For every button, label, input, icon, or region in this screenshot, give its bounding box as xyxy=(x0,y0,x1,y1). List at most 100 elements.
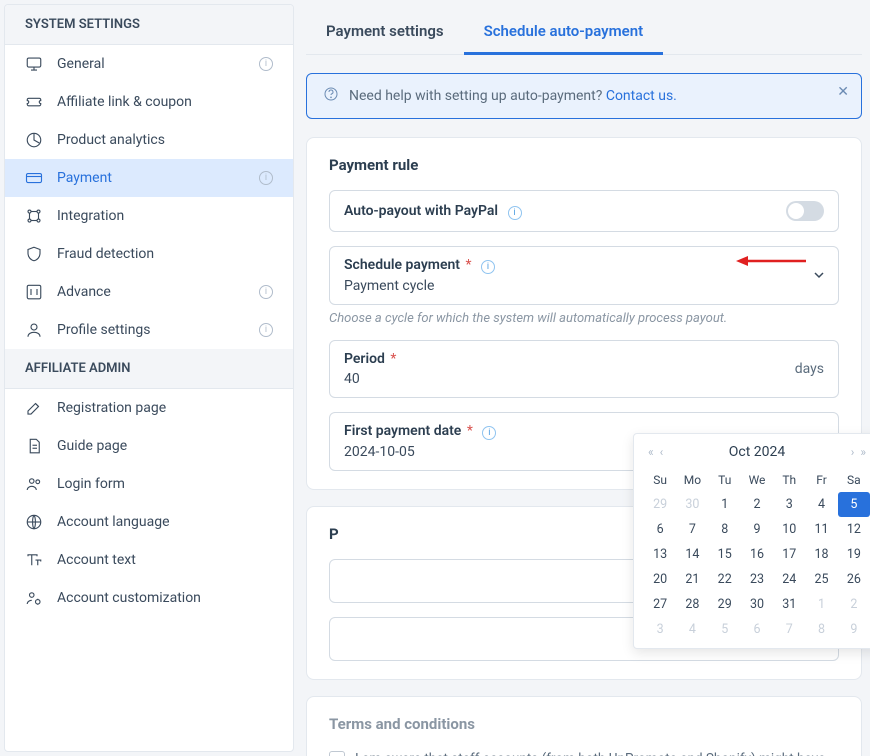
info-icon[interactable]: i xyxy=(481,260,495,274)
sidebar-item-product-analytics[interactable]: Product analytics xyxy=(5,121,293,159)
datepicker-day[interactable]: 14 xyxy=(676,542,708,567)
sidebar-item-customization[interactable]: Account customization xyxy=(5,579,293,617)
datepicker-day[interactable]: 5 xyxy=(838,492,870,517)
datepicker-day[interactable]: 1 xyxy=(709,492,741,517)
sidebar-item-profile[interactable]: Profile settings i xyxy=(5,311,293,349)
sidebar-item-login[interactable]: Login form xyxy=(5,465,293,503)
sidebar-item-affiliate-link[interactable]: Affiliate link & coupon xyxy=(5,83,293,121)
datepicker-day[interactable]: 26 xyxy=(838,567,870,592)
datepicker-day[interactable]: 7 xyxy=(676,517,708,542)
datepicker-day[interactable]: 1 xyxy=(805,592,837,617)
schedule-label: Schedule payment xyxy=(344,257,460,273)
datepicker-day[interactable]: 28 xyxy=(676,592,708,617)
datepicker-day[interactable]: 20 xyxy=(644,567,676,592)
datepicker-day[interactable]: 2 xyxy=(838,592,870,617)
terms-text: I am aware that staff accounts (from bot… xyxy=(355,749,839,756)
terms-title: Terms and conditions xyxy=(329,715,839,733)
datepicker-day[interactable]: 4 xyxy=(805,492,837,517)
datepicker-day[interactable]: 18 xyxy=(805,542,837,567)
datepicker-day[interactable]: 30 xyxy=(741,592,773,617)
terms-checkbox[interactable] xyxy=(329,751,345,756)
datepicker-day[interactable]: 7 xyxy=(773,617,805,642)
datepicker-day[interactable]: 6 xyxy=(741,617,773,642)
user-gear-icon xyxy=(25,589,43,607)
text-icon xyxy=(25,551,43,569)
pie-chart-icon xyxy=(25,131,43,149)
next-month-icon[interactable]: › xyxy=(851,445,855,459)
datepicker-day[interactable]: 5 xyxy=(709,617,741,642)
sidebar-item-label: Guide page xyxy=(57,438,273,454)
sidebar-item-advance[interactable]: Advance i xyxy=(5,273,293,311)
datepicker-dow: Mo xyxy=(676,468,708,492)
sidebar-item-label: Login form xyxy=(57,476,273,492)
datepicker-day[interactable]: 6 xyxy=(644,517,676,542)
period-suffix: days xyxy=(795,361,824,377)
sidebar-item-integration[interactable]: Integration xyxy=(5,197,293,235)
datepicker-day[interactable]: 24 xyxy=(773,567,805,592)
shield-icon xyxy=(25,245,43,263)
datepicker-day[interactable]: 25 xyxy=(805,567,837,592)
datepicker-day[interactable]: 3 xyxy=(644,617,676,642)
info-icon: i xyxy=(259,323,273,337)
auto-payout-field: Auto-payout with PayPal i xyxy=(329,190,839,232)
close-icon[interactable]: ✕ xyxy=(837,84,849,100)
datepicker-day[interactable]: 2 xyxy=(741,492,773,517)
info-icon: i xyxy=(259,57,273,71)
ticket-icon xyxy=(25,93,43,111)
datepicker-day[interactable]: 8 xyxy=(709,517,741,542)
schedule-payment-field[interactable]: Schedule payment * i Payment cycle xyxy=(329,246,839,305)
sidebar-item-registration[interactable]: Registration page xyxy=(5,389,293,427)
sidebar-item-label: Account text xyxy=(57,552,273,568)
schedule-value: Payment cycle xyxy=(344,278,824,294)
period-value: 40 xyxy=(344,371,824,387)
datepicker-day[interactable]: 11 xyxy=(805,517,837,542)
datepicker-day[interactable]: 29 xyxy=(709,592,741,617)
datepicker-day[interactable]: 27 xyxy=(644,592,676,617)
prev-year-icon[interactable]: « xyxy=(648,445,654,459)
chevron-down-icon xyxy=(814,268,824,284)
contact-link[interactable]: Contact us. xyxy=(606,88,677,104)
sidebar-item-label: General xyxy=(57,56,259,72)
datepicker-day[interactable]: 13 xyxy=(644,542,676,567)
datepicker-day[interactable]: 9 xyxy=(838,617,870,642)
datepicker-day[interactable]: 21 xyxy=(676,567,708,592)
datepicker-day[interactable]: 19 xyxy=(838,542,870,567)
datepicker-day[interactable]: 3 xyxy=(773,492,805,517)
document-icon xyxy=(25,437,43,455)
datepicker-day[interactable]: 23 xyxy=(741,567,773,592)
auto-payout-toggle[interactable] xyxy=(786,201,824,221)
sliders-icon xyxy=(25,283,43,301)
schedule-helper: Choose a cycle for which the system will… xyxy=(329,311,839,326)
prev-month-icon[interactable]: ‹ xyxy=(660,445,664,459)
sidebar-item-fraud[interactable]: Fraud detection xyxy=(5,235,293,273)
datepicker-day[interactable]: 17 xyxy=(773,542,805,567)
datepicker-day[interactable]: 12 xyxy=(838,517,870,542)
sidebar-item-label: Advance xyxy=(57,284,259,300)
sidebar-item-label: Fraud detection xyxy=(57,246,273,262)
datepicker-title[interactable]: Oct 2024 xyxy=(729,444,786,460)
info-icon[interactable]: i xyxy=(508,206,522,220)
tab-payment-settings[interactable]: Payment settings xyxy=(306,10,464,54)
datepicker-day[interactable]: 30 xyxy=(676,492,708,517)
datepicker-day[interactable]: 22 xyxy=(709,567,741,592)
sidebar-item-language[interactable]: Account language xyxy=(5,503,293,541)
info-icon[interactable]: i xyxy=(482,426,496,440)
next-year-icon[interactable]: » xyxy=(860,445,866,459)
tab-schedule-auto-payment[interactable]: Schedule auto-payment xyxy=(464,10,664,55)
sidebar-item-label: Affiliate link & coupon xyxy=(57,94,273,110)
datepicker-day[interactable]: 8 xyxy=(805,617,837,642)
datepicker-day[interactable]: 31 xyxy=(773,592,805,617)
datepicker-day[interactable]: 10 xyxy=(773,517,805,542)
tabs: Payment settings Schedule auto-payment xyxy=(306,10,862,55)
datepicker-day[interactable]: 4 xyxy=(676,617,708,642)
help-alert: Need help with setting up auto-payment? … xyxy=(306,73,862,119)
datepicker-day[interactable]: 15 xyxy=(709,542,741,567)
sidebar-item-guide[interactable]: Guide page xyxy=(5,427,293,465)
sidebar-item-general[interactable]: General i xyxy=(5,45,293,83)
period-field[interactable]: Period * 40 days xyxy=(329,340,839,398)
datepicker-day[interactable]: 29 xyxy=(644,492,676,517)
sidebar-item-payment[interactable]: Payment i xyxy=(5,159,293,197)
datepicker-day[interactable]: 9 xyxy=(741,517,773,542)
datepicker-day[interactable]: 16 xyxy=(741,542,773,567)
sidebar-item-text[interactable]: Account text xyxy=(5,541,293,579)
